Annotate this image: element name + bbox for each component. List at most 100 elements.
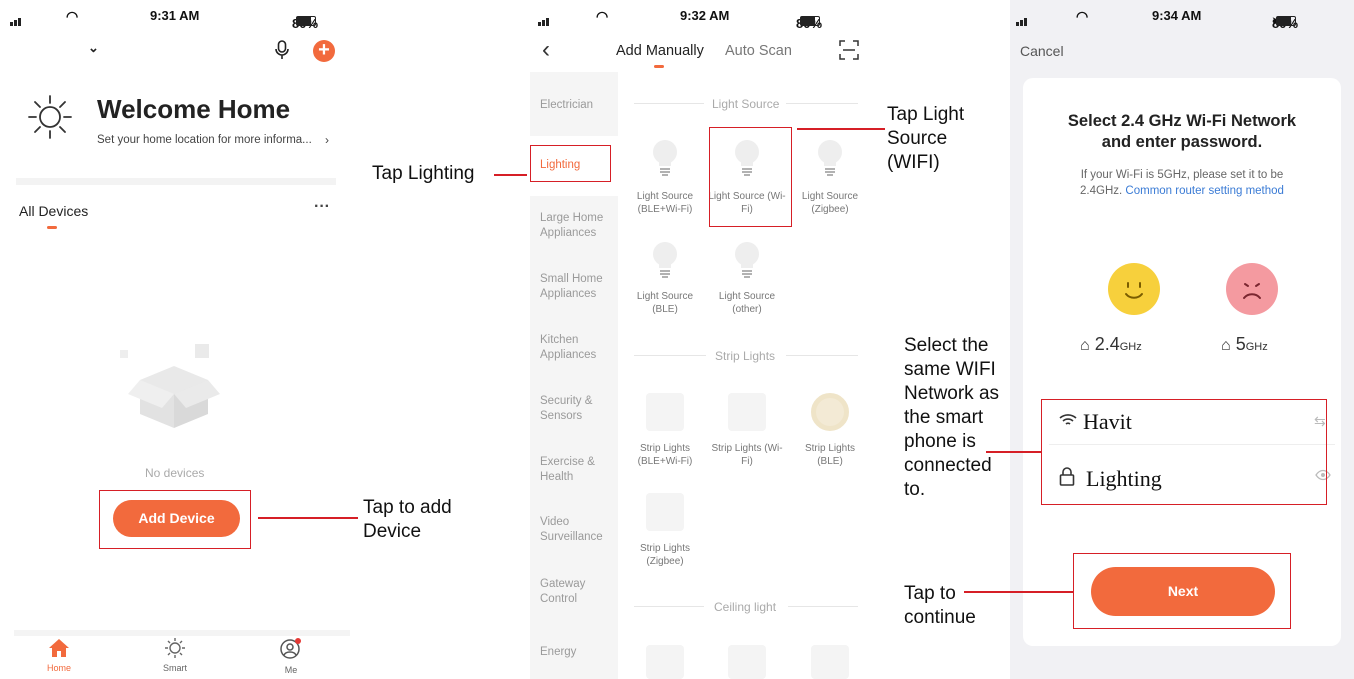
category-kitchen-appliances[interactable]: Kitchen Appliances [540, 333, 612, 363]
bulb-icon [653, 140, 677, 176]
annotation-line: Device [363, 521, 422, 542]
band-unit: GHz [1245, 341, 1268, 353]
chevron-right-icon: › [325, 133, 329, 147]
status-bar: ◠ 9:34 AM ➤ 80% [1010, 0, 1354, 31]
tab-smart[interactable]: Smart [150, 638, 200, 679]
highlight-lighting-category [530, 145, 611, 182]
battery-icon [800, 16, 820, 26]
section-divider [788, 606, 858, 607]
router-setting-link[interactable]: Common router setting method [1125, 185, 1284, 197]
category-video-surveillance[interactable]: Video Surveillance [540, 515, 610, 545]
band-5ghz: ⌂ 5GHz [1221, 334, 1311, 355]
tab-home-label: Home [46, 663, 71, 673]
cancel-button[interactable]: Cancel [1020, 43, 1064, 59]
ceiling-light-icon [811, 645, 849, 679]
card-title-line: Select 2.4 GHz Wi-Fi Network [1067, 112, 1297, 130]
section-divider [786, 355, 858, 356]
section-divider [634, 606, 704, 607]
device-strip-lights-zigbee[interactable]: Strip Lights (Zigbee) [626, 493, 704, 573]
back-icon[interactable]: ‹ [542, 38, 550, 62]
device-strip-lights-wifi[interactable]: Strip Lights (Wi-Fi) [708, 393, 786, 473]
welcome-subtitle: Set your home location for more informa.… [97, 134, 312, 146]
device-label: Strip Lights (Wi-Fi) [711, 443, 783, 467]
device-light-source-other[interactable]: Light Source (other) [708, 240, 786, 320]
category-electrician[interactable]: Electrician [540, 98, 593, 113]
wifi-icon: ◠ [1076, 8, 1089, 24]
add-icon[interactable]: + [313, 40, 335, 62]
device-light-source-zigbee[interactable]: Light Source (Zigbee) [791, 138, 869, 218]
category-exercise-health[interactable]: Exercise & Health [540, 455, 606, 485]
device-label: Light Source (Zigbee) [801, 191, 859, 215]
leader-line [797, 128, 885, 130]
more-icon[interactable]: ··· [314, 198, 330, 216]
sad-face-icon [1226, 263, 1278, 315]
all-devices-tab[interactable]: All Devices [19, 203, 88, 219]
category-small-home-appliances[interactable]: Small Home Appliances [540, 272, 612, 302]
status-time: 9:34 AM [1152, 8, 1202, 23]
strip-light-icon [728, 393, 766, 431]
status-time: 9:31 AM [150, 8, 200, 23]
annotation-tap-add-device: Tap to add Device [363, 496, 452, 544]
device-strip-lights-ble[interactable]: Strip Lights (BLE) [791, 393, 869, 473]
home-location-link[interactable]: Set your home location for more informa.… [97, 133, 337, 147]
router-icon: ⌂ [1221, 337, 1231, 354]
annotation-select-wifi: Select the same WIFI Network as the smar… [904, 334, 999, 502]
profile-icon [280, 638, 301, 659]
device-light-source-ble-wifi[interactable]: Light Source (BLE+Wi-Fi) [626, 138, 704, 218]
scan-icon[interactable] [839, 40, 859, 60]
tab-indicator [47, 226, 57, 229]
welcome-title: Welcome Home [97, 94, 291, 124]
sun-small-icon [165, 638, 185, 658]
card-info: If your Wi-Fi is 5GHz, please set it to … [1023, 167, 1341, 199]
tab-add-manually[interactable]: Add Manually [616, 43, 704, 59]
category-security-sensors[interactable]: Security & Sensors [540, 394, 610, 424]
status-bar: ◠ 9:32 AM 80% [530, 0, 875, 31]
tab-bar: Home Smart Me [14, 630, 350, 679]
annotation-line: to. [904, 479, 926, 500]
annotation-line: phone is [904, 431, 976, 452]
tab-me-label: Me [284, 665, 298, 675]
device-label: Light Source (BLE) [636, 291, 694, 315]
annotation-line: Tap to [904, 583, 956, 604]
tab-smart-label: Smart [162, 663, 187, 673]
highlight-wifi-fields [1041, 399, 1327, 505]
section-divider [634, 355, 706, 356]
category-large-home-appliances[interactable]: Large Home Appliances [540, 211, 612, 241]
wifi-icon: ◠ [596, 8, 609, 24]
screen-add-device: ◠ 9:32 AM 80% ‹ Add Manually Auto Scan E… [530, 0, 875, 679]
section-title-ceiling-light: Ceiling light [714, 600, 777, 614]
highlight-add-device [99, 490, 251, 549]
device-light-source-ble[interactable]: Light Source (BLE) [626, 240, 704, 320]
ceiling-light-icon [646, 645, 684, 679]
highlight-next-button [1073, 553, 1291, 629]
microphone-icon[interactable] [275, 40, 289, 60]
status-time: 9:32 AM [680, 8, 730, 23]
home-selector[interactable]: ⌄ [16, 38, 100, 62]
device-strip-lights-ble-wifi[interactable]: Strip Lights (BLE+Wi-Fi) [626, 393, 704, 473]
empty-box-illustration [100, 330, 240, 440]
card-title: Select 2.4 GHz Wi-Fi Network and enter p… [1023, 111, 1341, 153]
tab-auto-scan[interactable]: Auto Scan [725, 43, 792, 59]
leader-line [258, 517, 358, 519]
highlight-light-source-wifi [709, 127, 792, 227]
info-line: 2.4GHz. [1080, 185, 1123, 197]
divider [16, 178, 336, 185]
annotation-line: Tap Light [887, 104, 965, 125]
category-gateway-control[interactable]: Gateway Control [540, 577, 602, 607]
annotation-line: connected [904, 455, 992, 476]
tab-home[interactable]: Home [34, 638, 84, 679]
band-value: 5 [1235, 334, 1246, 354]
section-divider [634, 103, 704, 104]
strip-light-icon [646, 393, 684, 431]
annotation-line: Select the [904, 335, 989, 356]
sun-icon [26, 93, 74, 141]
router-icon: ⌂ [1080, 337, 1090, 354]
tab-me[interactable]: Me [266, 638, 316, 679]
bulb-icon [818, 140, 842, 176]
annotation-line: the smart [904, 407, 984, 428]
happy-face-icon [1108, 263, 1160, 315]
annotation-line: Network as [904, 383, 1000, 404]
category-energy[interactable]: Energy [540, 645, 576, 660]
device-label: Strip Lights (Zigbee) [639, 543, 691, 567]
card-title-line: and enter password. [1101, 133, 1263, 151]
